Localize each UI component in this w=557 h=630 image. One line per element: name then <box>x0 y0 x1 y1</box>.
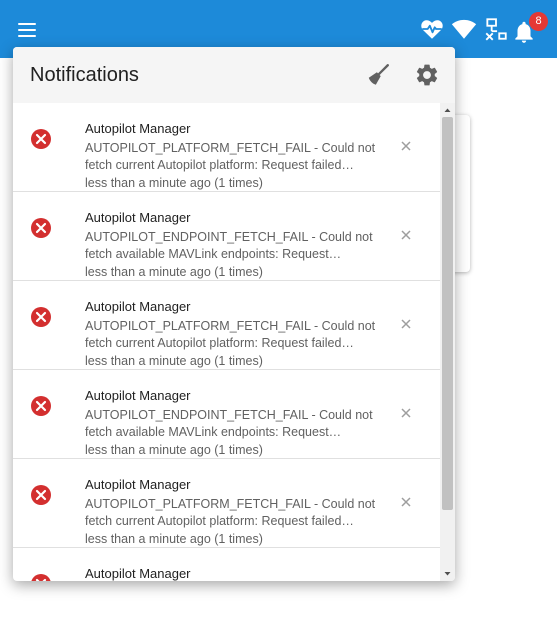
scrollbar-thumb[interactable] <box>442 117 453 510</box>
close-icon[interactable] <box>399 139 413 153</box>
wifi-icon[interactable] <box>451 16 477 42</box>
scroll-up-arrow-icon[interactable] <box>440 103 455 117</box>
error-circle-icon <box>30 306 52 328</box>
network-disconnected-icon[interactable] <box>483 16 509 42</box>
close-icon[interactable] <box>399 228 413 242</box>
close-icon[interactable] <box>399 317 413 331</box>
notification-item[interactable]: Autopilot Manager AUTOPILOT_PLATFORM_FET… <box>13 103 440 192</box>
error-circle-icon <box>30 395 52 417</box>
close-icon[interactable] <box>399 495 413 509</box>
notification-title: Autopilot Manager <box>85 477 191 492</box>
notification-title: Autopilot Manager <box>85 388 191 403</box>
notification-title: Autopilot Manager <box>85 299 191 314</box>
notification-time: less than a minute ago (1 times) <box>85 443 263 457</box>
broom-icon <box>368 64 389 85</box>
notification-time: less than a minute ago (1 times) <box>85 176 263 190</box>
notification-time: less than a minute ago (1 times) <box>85 265 263 279</box>
panel-header: Notifications <box>13 47 455 103</box>
notifications-bell[interactable]: 8 <box>511 12 548 47</box>
notification-message: AUTOPILOT_PLATFORM_FETCH_FAIL - Could no… <box>85 141 376 172</box>
heart-pulse-icon[interactable] <box>419 16 445 42</box>
close-icon[interactable] <box>399 406 413 420</box>
notification-item[interactable]: Autopilot Manager AUTOPILOT_ENDPOINT_FET… <box>13 192 440 281</box>
notification-count-badge: 8 <box>529 12 548 31</box>
notification-item[interactable]: Autopilot Manager AUTOPILOT_PLATFORM_FET… <box>13 459 440 548</box>
notifications-list[interactable]: Autopilot Manager AUTOPILOT_PLATFORM_FET… <box>13 103 440 581</box>
error-circle-icon <box>30 573 52 581</box>
notification-time: less than a minute ago (1 times) <box>85 354 263 368</box>
notification-message: AUTOPILOT_ENDPOINT_FETCH_FAIL - Could no… <box>85 408 373 439</box>
notification-message: AUTOPILOT_ENDPOINT_FETCH_FAIL - Could no… <box>85 230 373 261</box>
notification-item[interactable]: Autopilot Manager <box>13 548 440 581</box>
error-circle-icon <box>30 128 52 150</box>
scroll-down-arrow-icon[interactable] <box>440 567 455 581</box>
notification-item[interactable]: Autopilot Manager AUTOPILOT_ENDPOINT_FET… <box>13 370 440 459</box>
gear-icon <box>416 64 438 86</box>
settings-button[interactable] <box>414 62 440 88</box>
error-circle-icon <box>30 217 52 239</box>
notification-message: AUTOPILOT_PLATFORM_FETCH_FAIL - Could no… <box>85 319 376 350</box>
notification-title: Autopilot Manager <box>85 210 191 225</box>
notification-title: Autopilot Manager <box>85 566 191 581</box>
clear-all-button[interactable] <box>365 62 391 88</box>
notification-time: less than a minute ago (1 times) <box>85 532 263 546</box>
notification-title: Autopilot Manager <box>85 121 191 136</box>
notifications-panel: Notifications Autopilot Manager AUTOPILO… <box>13 47 455 581</box>
panel-title: Notifications <box>30 64 139 86</box>
menu-icon[interactable] <box>15 17 41 43</box>
notification-item[interactable]: Autopilot Manager AUTOPILOT_PLATFORM_FET… <box>13 281 440 370</box>
notification-message: AUTOPILOT_PLATFORM_FETCH_FAIL - Could no… <box>85 497 376 528</box>
scrollbar[interactable] <box>440 103 455 581</box>
error-circle-icon <box>30 484 52 506</box>
